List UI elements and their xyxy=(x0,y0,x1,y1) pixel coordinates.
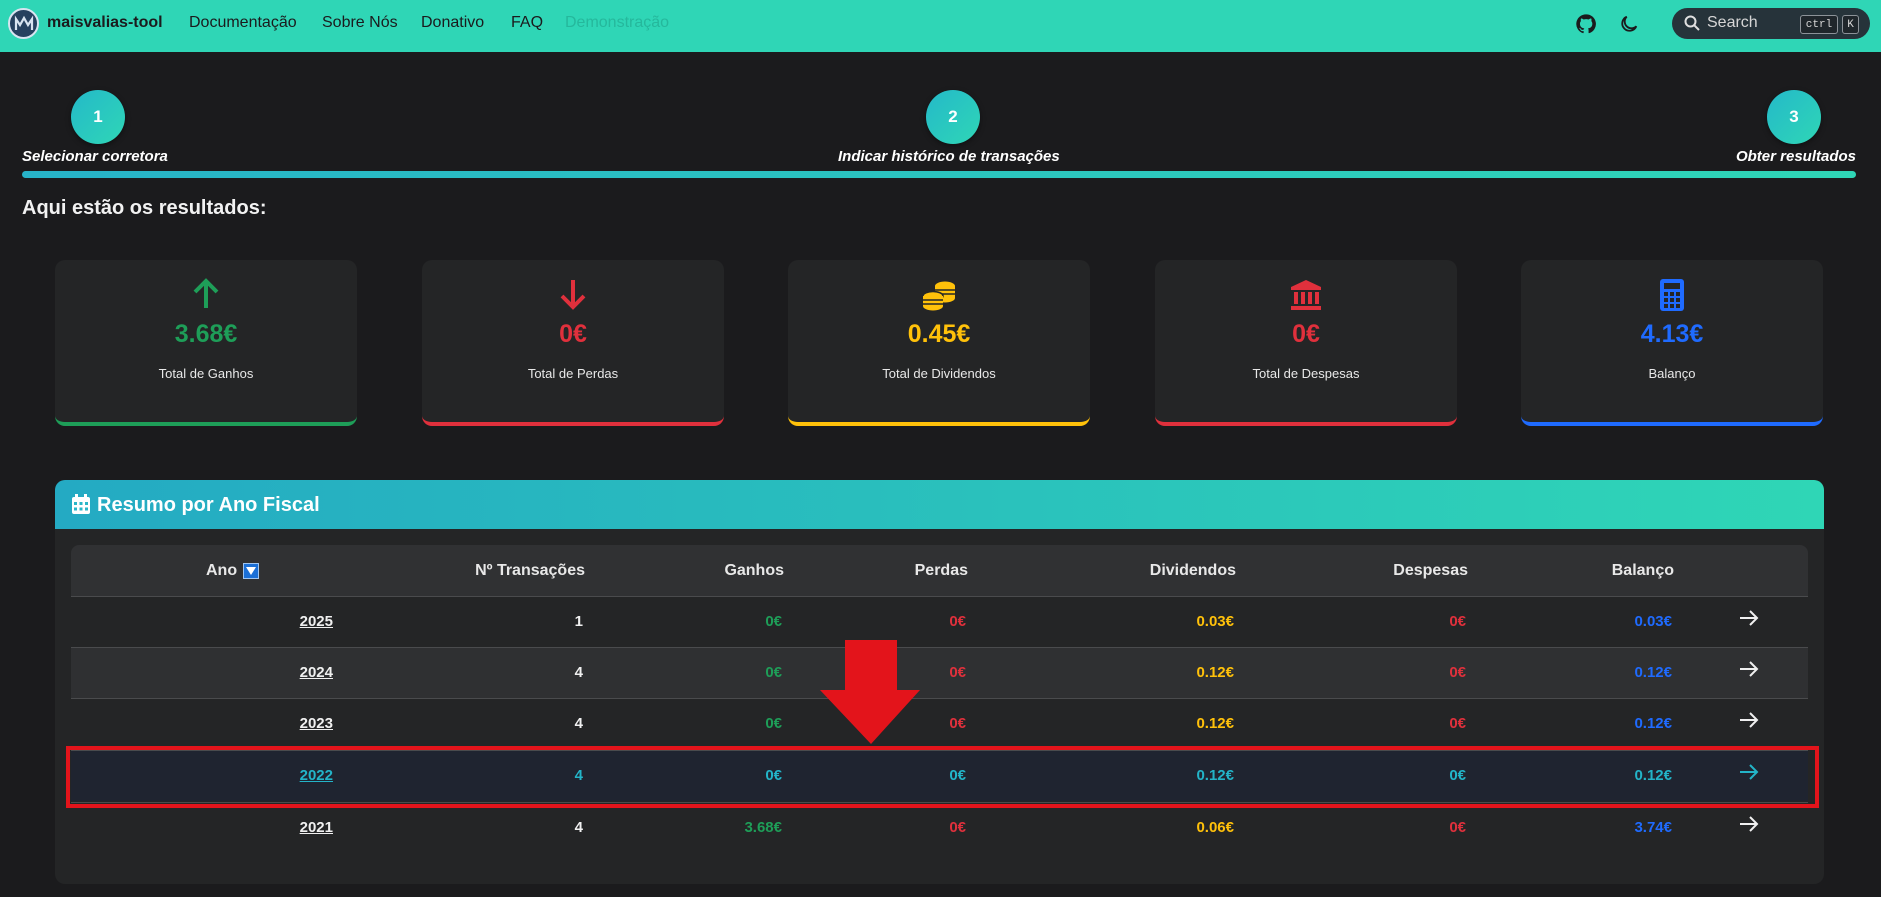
transactions-count: 4 xyxy=(574,664,583,681)
card-value: 0€ xyxy=(1292,320,1320,348)
year-link[interactable]: 2024 xyxy=(300,664,333,681)
card-value: 3.68€ xyxy=(174,320,238,348)
nav-link-faq[interactable]: FAQ xyxy=(511,14,543,32)
arrow-right-icon[interactable] xyxy=(1739,711,1759,733)
year-link[interactable]: 2021 xyxy=(300,819,333,836)
column-header-ganhos: Ganhos xyxy=(724,562,784,579)
card-value: 0€ xyxy=(559,320,587,348)
table-row[interactable]: 2023 4 0€ 0€ 0.12€ 0€ 0.12€ xyxy=(71,698,1808,749)
balance-value: 0.03€ xyxy=(1634,613,1672,630)
search-icon xyxy=(1684,15,1700,36)
step-2-circle: 2 xyxy=(926,90,980,144)
card-label: Total de Dividendos xyxy=(882,366,996,381)
column-header-ano[interactable]: Ano xyxy=(206,562,237,580)
highlight-box xyxy=(66,746,1819,808)
column-header-balanco: Balanço xyxy=(1611,562,1674,579)
moon-icon[interactable] xyxy=(1617,12,1641,36)
losses-value: 0€ xyxy=(949,613,966,630)
column-header-transacoes: Nº Transações xyxy=(475,562,585,579)
step-2-label: Indicar histórico de transações xyxy=(838,148,1060,165)
fiscal-summary-title: Resumo por Ano Fiscal xyxy=(97,494,320,516)
arrow-down-icon xyxy=(422,278,724,312)
results-title: Aqui estão os resultados: xyxy=(22,197,267,219)
losses-value: 0€ xyxy=(949,715,966,732)
coins-icon xyxy=(788,278,1090,312)
search-placeholder: Search xyxy=(1707,14,1758,31)
arrow-up-icon xyxy=(55,278,357,312)
losses-value: 0€ xyxy=(949,819,966,836)
table-row[interactable]: 2024 4 0€ 0€ 0.12€ 0€ 0.12€ xyxy=(71,647,1808,698)
kbd-k: K xyxy=(1842,15,1859,34)
column-header-perdas: Perdas xyxy=(914,562,968,579)
card-total-ganhos: 3.68€ Total de Ganhos xyxy=(55,260,357,426)
expenses-value: 0€ xyxy=(1449,715,1466,732)
card-value: 4.13€ xyxy=(1640,320,1704,348)
gains-value: 0€ xyxy=(765,613,782,630)
dividends-value: 0.12€ xyxy=(1196,715,1234,732)
step-3-label: Obter resultados xyxy=(1735,148,1856,165)
arrow-right-icon[interactable] xyxy=(1739,815,1759,837)
sort-toggle-button[interactable] xyxy=(243,563,259,579)
transactions-count: 1 xyxy=(574,613,583,630)
card-label: Balanço xyxy=(1648,366,1696,381)
card-label: Total de Ganhos xyxy=(158,366,254,381)
calculator-icon xyxy=(1521,278,1823,312)
nav-link-sobre-nos[interactable]: Sobre Nós xyxy=(322,14,398,32)
transactions-count: 4 xyxy=(574,819,583,836)
dividends-value: 0.12€ xyxy=(1196,664,1234,681)
card-total-despesas: 0€ Total de Despesas xyxy=(1155,260,1457,426)
annotation-arrow-icon xyxy=(820,640,920,744)
expenses-value: 0€ xyxy=(1449,664,1466,681)
logo-icon[interactable] xyxy=(8,8,39,39)
losses-value: 0€ xyxy=(949,664,966,681)
bank-icon xyxy=(1155,278,1457,312)
dividends-value: 0.06€ xyxy=(1196,819,1234,836)
transactions-count: 4 xyxy=(574,715,583,732)
table-row[interactable]: 2025 1 0€ 0€ 0.03€ 0€ 0.03€ xyxy=(71,596,1808,647)
caret-down-icon xyxy=(246,567,256,575)
expenses-value: 0€ xyxy=(1449,613,1466,630)
calendar-icon xyxy=(71,493,91,520)
nav-link-documentacao[interactable]: Documentação xyxy=(189,14,297,32)
navbar: maisvalias-tool Documentação Sobre Nós D… xyxy=(0,0,1881,52)
card-total-perdas: 0€ Total de Perdas xyxy=(422,260,724,426)
column-header-despesas: Despesas xyxy=(1393,562,1468,579)
balance-value: 0.12€ xyxy=(1634,664,1672,681)
nav-link-donativo[interactable]: Donativo xyxy=(421,14,484,32)
stepper-progress-bar xyxy=(22,171,1856,178)
step-1-circle: 1 xyxy=(71,90,125,144)
brand-name[interactable]: maisvalias-tool xyxy=(47,14,163,32)
card-total-dividendos: 0.45€ Total de Dividendos xyxy=(788,260,1090,426)
step-3-circle: 3 xyxy=(1767,90,1821,144)
step-1-label: Selecionar corretora xyxy=(22,148,168,165)
column-header-dividendos: Dividendos xyxy=(1149,562,1236,579)
arrow-right-icon[interactable] xyxy=(1739,660,1759,682)
gains-value: 3.68€ xyxy=(744,819,782,836)
table-row[interactable]: 2021 4 3.68€ 0€ 0.06€ 0€ 3.74€ xyxy=(71,802,1808,853)
card-balanco: 4.13€ Balanço xyxy=(1521,260,1823,426)
github-icon[interactable] xyxy=(1574,12,1598,36)
dividends-value: 0.03€ xyxy=(1196,613,1234,630)
fiscal-summary-header: Resumo por Ano Fiscal xyxy=(55,480,1824,529)
year-link[interactable]: 2023 xyxy=(300,715,333,732)
arrow-right-icon[interactable] xyxy=(1739,609,1759,631)
year-link[interactable]: 2025 xyxy=(300,613,333,630)
kbd-ctrl: ctrl xyxy=(1800,15,1838,34)
balance-value: 0.12€ xyxy=(1634,715,1672,732)
card-label: Total de Perdas xyxy=(527,366,619,381)
card-value: 0.45€ xyxy=(907,320,971,348)
expenses-value: 0€ xyxy=(1449,819,1466,836)
card-label: Total de Despesas xyxy=(1252,366,1360,381)
nav-link-demonstracao[interactable]: Demonstração xyxy=(565,14,669,32)
search-bar[interactable]: Search ctrl K xyxy=(1672,8,1870,39)
balance-value: 3.74€ xyxy=(1634,819,1672,836)
gains-value: 0€ xyxy=(765,664,782,681)
gains-value: 0€ xyxy=(765,715,782,732)
